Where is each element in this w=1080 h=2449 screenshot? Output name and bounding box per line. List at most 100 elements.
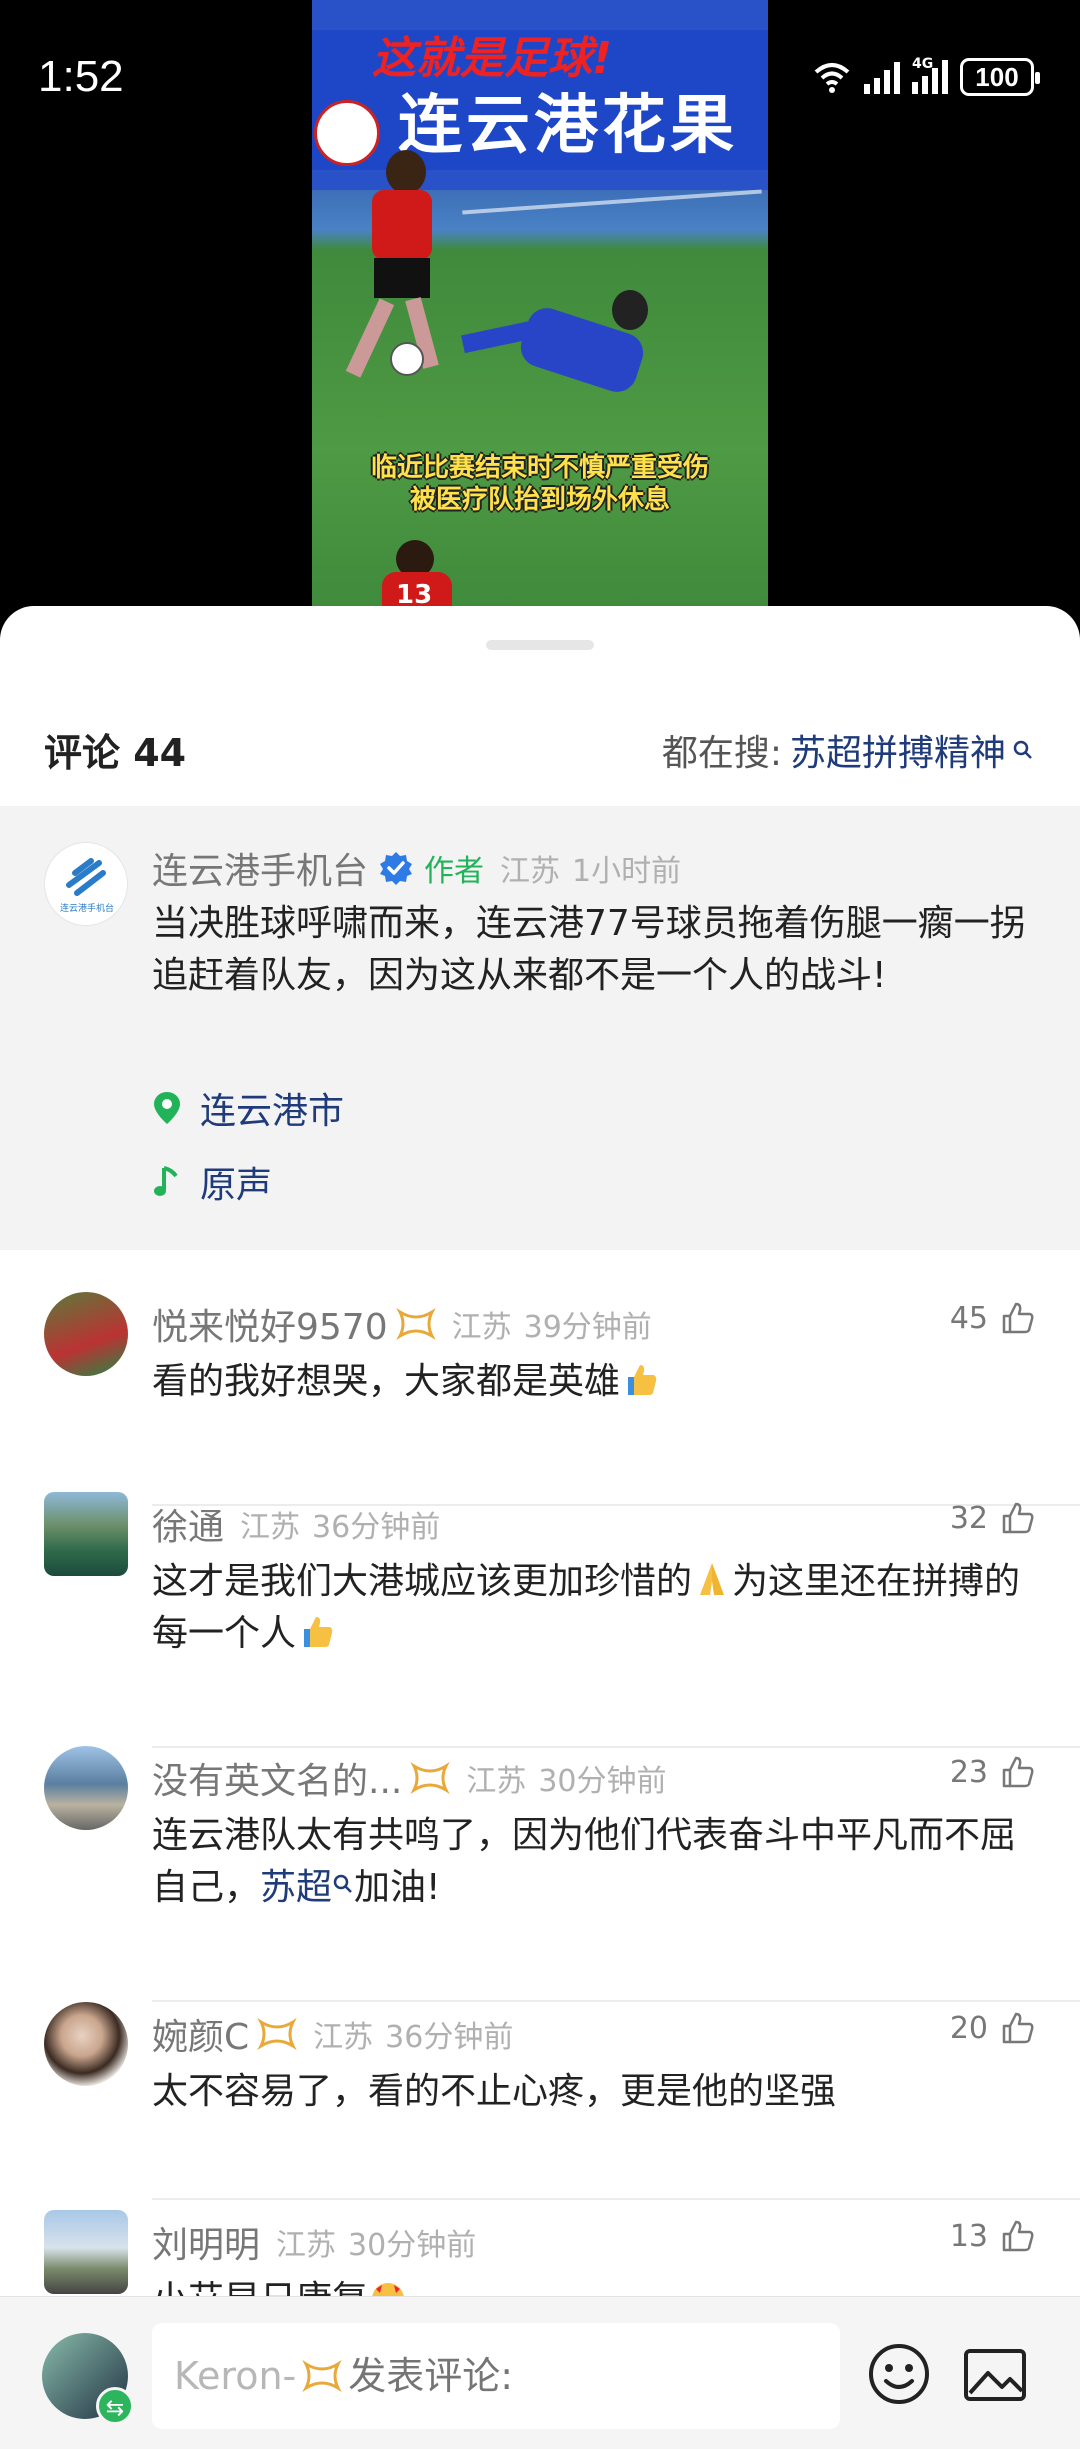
commenter-region: 江苏: [313, 2020, 374, 2055]
status-icons: 4G 100: [812, 56, 1040, 96]
emoji-icon[interactable]: [866, 2341, 932, 2407]
search-suggestion[interactable]: 都在搜: 苏超拼搏精神: [662, 724, 1034, 776]
search-keyword[interactable]: 苏超拼搏精神: [790, 724, 1006, 776]
football: [390, 342, 424, 376]
like-count: 20: [949, 2010, 988, 2046]
player-blue: [461, 290, 682, 400]
comment-time: 36分钟前: [312, 1510, 441, 1545]
wifi-icon: [814, 63, 850, 93]
commenter-name-row: 刘明明 江苏 30分钟前: [152, 2216, 476, 2268]
like-button[interactable]: 32: [950, 1500, 1036, 1536]
caption-line-1: 临近比赛结束时不慎严重受伤: [370, 453, 709, 483]
author-time: 1小时前: [572, 854, 682, 889]
comment-text: 连云港队太有共鸣了，因为他们代表奋斗中平凡而不屈自己，苏超 加油!: [152, 1810, 1042, 1914]
like-count: 45: [949, 1300, 988, 1336]
comment-input-box[interactable]: Keron-: [152, 2323, 840, 2429]
like-button[interactable]: 13: [950, 2218, 1036, 2254]
author-avatar[interactable]: 连云港手机台: [44, 842, 128, 926]
comment-text: 这才是我们大港城应该更加珍惜的 为这里还在拼搏的每一个人: [152, 1556, 1042, 1660]
verified-icon: [380, 852, 413, 885]
comment-time: 30分钟前: [348, 2228, 477, 2263]
comment-input[interactable]: [348, 2354, 818, 2398]
status-time: 1:52: [38, 52, 124, 101]
search-icon: [1013, 740, 1032, 759]
comment-time: 36分钟前: [385, 2020, 514, 2055]
location-link[interactable]: 连云港市: [152, 1082, 344, 1134]
author-comment-text: 当决胜球呼啸而来，连云港77号球员拖着伤腿一瘸一拐追赶着队友，因为这从来都不是一…: [152, 903, 1026, 996]
commenter-region: 江苏: [276, 2228, 337, 2263]
comment-time: 30分钟前: [538, 1764, 667, 1799]
author-tag: 作者: [424, 854, 485, 889]
thumbs-up-icon: [1002, 2220, 1034, 2252]
commenter-name[interactable]: 徐通: [152, 1498, 224, 1550]
commenter-avatar[interactable]: [44, 1492, 128, 1576]
comment-text: 看的我好想哭，大家都是英雄: [152, 1356, 1042, 1408]
comment-sheet: 评论 44 都在搜: 苏超拼搏精神 连云港手机台 连云港手机台 作者 江苏 1小…: [0, 606, 1080, 2449]
vip-badge-icon: [410, 1762, 451, 1794]
music-note-icon: [154, 1166, 178, 1196]
signal-icon: [864, 60, 900, 94]
commenter-avatar[interactable]: [44, 2002, 128, 2086]
commenter-name-row: 没有英文名的... 江苏 30分钟前: [152, 1752, 667, 1804]
praying-hands-emoji-icon: [700, 1563, 725, 1595]
thumbs-up-emoji-icon: [304, 1617, 333, 1647]
caption-line-2: 被医疗队抬到场外休息: [409, 485, 670, 515]
commenter-region: 江苏: [451, 1310, 512, 1345]
like-button[interactable]: 20: [950, 2010, 1036, 2046]
thumbs-up-icon: [1002, 1302, 1034, 1334]
like-count: 23: [949, 1754, 988, 1790]
location-text: 连云港市: [200, 1091, 345, 1132]
field-line: [462, 189, 762, 215]
author-name[interactable]: 连云港手机台: [152, 842, 368, 894]
vip-badge-icon: [395, 1308, 436, 1340]
commenter-avatar[interactable]: [44, 1292, 128, 1376]
comment-count: 评论 44: [44, 731, 187, 775]
author-comment[interactable]: 连云港手机台 连云港手机台 作者 江苏 1小时前 当决胜球呼啸而来，连云港77号…: [0, 806, 1080, 1250]
commenter-region: 江苏: [240, 1510, 301, 1545]
commenter-name[interactable]: 婉颜C: [152, 2008, 249, 2060]
thumbs-up-icon: [1002, 1502, 1034, 1534]
comment-text: 太不容易了，看的不止心疼，更是他的坚强: [152, 2071, 837, 2112]
signal-4g-icon: 4G: [912, 56, 948, 94]
commenter-name[interactable]: 没有英文名的...: [152, 1752, 402, 1804]
vip-badge-icon: [302, 2360, 342, 2392]
comment-text-body: 看的我好想哭，大家都是英雄: [152, 1361, 621, 1402]
vip-badge-icon: [257, 2018, 297, 2050]
drag-handle[interactable]: [486, 640, 594, 650]
like-button[interactable]: 45: [950, 1300, 1036, 1336]
commenter-name[interactable]: 悦来悦好9570: [152, 1298, 388, 1350]
search-icon: [333, 1874, 352, 1893]
image-icon[interactable]: [962, 2345, 1028, 2405]
comment-header: 评论 44 都在搜: 苏超拼搏精神: [0, 706, 1080, 796]
commenter-name-row: 婉颜C 江苏 36分钟前: [152, 2008, 513, 2060]
commenter-avatar[interactable]: [44, 2210, 128, 2294]
commenter-avatar[interactable]: [44, 1746, 128, 1830]
sound-link[interactable]: 原声: [152, 1156, 272, 1208]
commenter-name-row: 徐通 江苏 36分钟前: [152, 1498, 440, 1550]
thumbs-up-emoji-icon: [628, 1365, 657, 1395]
location-pin-icon: [154, 1092, 180, 1124]
sound-text: 原声: [200, 1165, 273, 1206]
thumbs-up-icon: [1002, 1756, 1034, 1788]
input-username: Keron-: [174, 2354, 297, 2398]
commenter-region: 江苏: [466, 1764, 527, 1799]
video-caption: 临近比赛结束时不慎严重受伤 被医疗队抬到场外休息: [312, 452, 768, 516]
comment-item[interactable]: 徐通 江苏 36分钟前 32 这才是我们大港城应该更加珍惜的 为这里还在拼搏的每一…: [0, 1492, 1080, 1748]
comment-item[interactable]: 没有英文名的... 江苏 30分钟前 23 连云港队太有共鸣了，因为他们代表奋斗…: [0, 1746, 1080, 2002]
like-button[interactable]: 23: [950, 1754, 1036, 1790]
comment-item[interactable]: 婉颜C 江苏 36分钟前 20 太不容易了，看的不止心疼，更是他的坚强: [0, 2002, 1080, 2216]
author-region: 江苏: [500, 854, 561, 889]
hashtag-link[interactable]: 苏超: [260, 1867, 332, 1908]
battery-icon: 100: [960, 58, 1040, 96]
commenter-name[interactable]: 刘明明: [152, 2216, 260, 2268]
comment-item[interactable]: 悦来悦好9570 江苏 39分钟前 45 看的我好想哭，大家都是英雄: [0, 1292, 1080, 1506]
like-count: 13: [949, 2218, 988, 2254]
player-red-13: 13: [376, 540, 456, 610]
thumbs-up-icon: [1002, 2012, 1034, 2044]
comment-input-bar: ⇆ Keron-: [0, 2296, 1080, 2449]
search-prefix: 都在搜:: [661, 733, 782, 774]
switch-account-icon[interactable]: ⇆: [96, 2387, 134, 2425]
comment-text-b: 加油!: [354, 1867, 441, 1908]
comment-text-a: 这才是我们大港城应该更加珍惜的: [152, 1561, 693, 1602]
divider: [152, 2198, 1080, 2200]
